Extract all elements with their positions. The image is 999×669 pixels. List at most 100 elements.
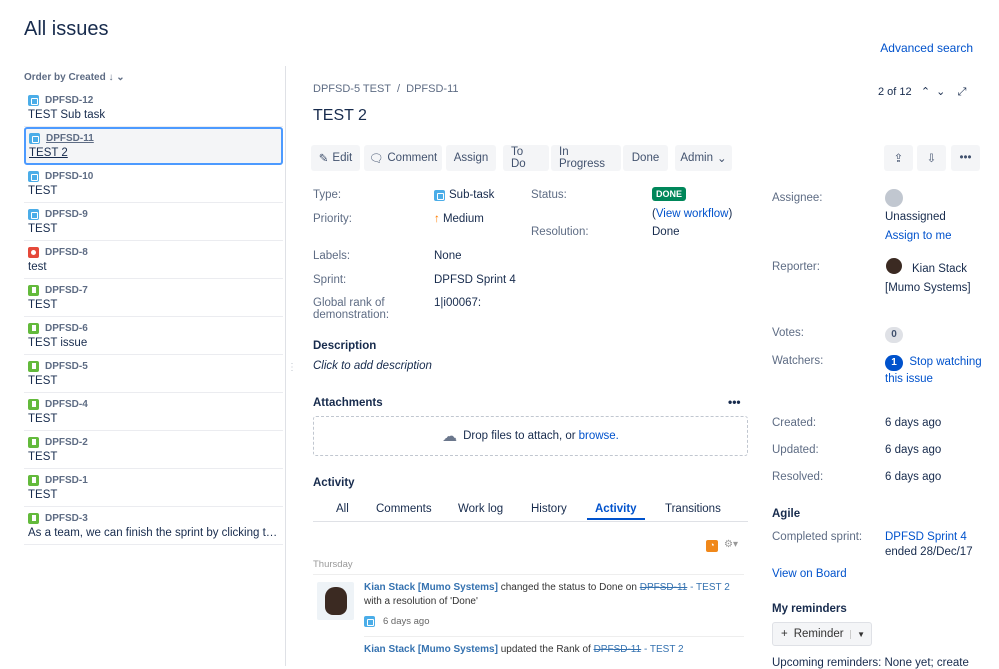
issue-list-item[interactable]: DPFSD-11 TEST 2 (24, 127, 283, 165)
pager: 2 of 12 ⌃ ⌄ ⤢ (878, 85, 966, 99)
edit-label: Edit (332, 152, 353, 164)
issue-title[interactable]: TEST 2 (313, 107, 367, 125)
next-issue-icon[interactable]: ⌄ (936, 86, 945, 98)
subtask-icon (434, 189, 445, 201)
share-button[interactable]: ⇪ (884, 145, 913, 171)
upcoming-reminders: Upcoming reminders: None yet; create (772, 657, 969, 669)
chevron-down-icon[interactable]: ▼ (850, 629, 871, 639)
issue-list-item[interactable]: DPFSD-5 TEST (24, 355, 283, 393)
issue-list-item[interactable]: DPFSD-12 TEST Sub task (24, 89, 283, 127)
issue-key-link[interactable]: DPFSD-11 (406, 83, 458, 95)
issue-list-item[interactable]: DPFSD-7 TEST (24, 279, 283, 317)
resize-handle[interactable]: ⋮ (287, 362, 297, 373)
prev-issue-icon[interactable]: ⌃ (921, 86, 930, 98)
expand-icon[interactable]: ⤢ (958, 86, 967, 98)
votes-count[interactable]: 0 (885, 326, 903, 343)
attachment-dropzone[interactable]: ☁ Drop files to attach, or browse. (313, 416, 748, 456)
agile-heading: Agile (772, 508, 801, 520)
activity-issue-key[interactable]: DPFSD-11 (640, 582, 688, 593)
view-workflow-link[interactable]: View workflow (656, 208, 729, 220)
export-button[interactable]: ⇩ (917, 145, 946, 171)
labels-label: Labels: (313, 250, 351, 262)
activity-issue-title[interactable]: - TEST 2 (644, 644, 684, 655)
subtask-icon (28, 170, 39, 182)
subtask-icon (364, 616, 375, 627)
activity-user-link[interactable]: Kian Stack [Mumo Systems] (364, 644, 498, 655)
in-progress-button[interactable]: In Progress (551, 145, 621, 171)
browse-link[interactable]: browse. (579, 430, 619, 442)
reminder-button[interactable]: + Reminder ▼ (772, 622, 872, 646)
issue-list-item[interactable]: DPFSD-4 TEST (24, 393, 283, 431)
activity-heading: Activity (313, 477, 355, 489)
assign-button[interactable]: Assign (446, 145, 496, 171)
arrow-down-icon: ↓ (108, 72, 114, 83)
activity-issue-key[interactable]: DPFSD-11 (594, 644, 642, 655)
tab-comments[interactable]: Comments (376, 503, 432, 515)
tab-all[interactable]: All (336, 503, 349, 515)
issue-key: DPFSD-1 (28, 472, 279, 488)
admin-dropdown[interactable]: Admin ⌄ (675, 145, 732, 171)
votes-badge: 0 (885, 327, 903, 343)
watchers-badge[interactable]: 1 (885, 355, 903, 371)
issue-list-item[interactable]: DPFSD-10 TEST (24, 165, 283, 203)
subtask-icon (29, 132, 40, 144)
labels-value[interactable]: None (434, 250, 462, 262)
issue-key: DPFSD-8 (28, 244, 279, 260)
view-on-board-link[interactable]: View on Board (772, 568, 847, 580)
issue-list-item[interactable]: DPFSD-8 test (24, 241, 283, 279)
comment-label: Comment (387, 152, 438, 164)
attachments-more-icon[interactable]: ••• (728, 395, 741, 409)
more-actions-button[interactable]: ••• (951, 145, 980, 171)
activity-text: updated the Rank of (500, 644, 591, 655)
assign-to-me-link[interactable]: Assign to me (885, 230, 951, 242)
edit-button[interactable]: ✎ Edit (311, 145, 360, 171)
issue-key: DPFSD-3 (28, 510, 279, 526)
comment-button[interactable]: 🗨 Comment (364, 145, 442, 171)
issue-summary: TEST (28, 413, 58, 425)
issue-key-text: DPFSD-4 (45, 398, 88, 410)
activity-issue-title[interactable]: - TEST 2 (690, 582, 730, 593)
tab-work-log[interactable]: Work log (458, 503, 503, 515)
sprint-value[interactable]: DPFSD Sprint 4 (434, 274, 516, 286)
issue-key: DPFSD-5 (28, 358, 279, 374)
issue-list-item[interactable]: DPFSD-2 TEST (24, 431, 283, 469)
tab-history[interactable]: History (531, 503, 567, 515)
tab-activity[interactable]: Activity (587, 503, 645, 520)
issue-list-item[interactable]: DPFSD-3 As a team, we can finish the spri… (24, 507, 283, 545)
resolved-label: Resolved: (772, 471, 824, 483)
type-text: Sub-task (449, 189, 495, 201)
type-label: Type: (313, 189, 342, 201)
created-label: Created: (772, 417, 817, 429)
settings-gear-icon[interactable]: ⚙▾ (724, 539, 738, 550)
issue-list-item[interactable]: DPFSD-1 TEST (24, 469, 283, 507)
issue-list-item[interactable]: DPFSD-6 TEST issue (24, 317, 283, 355)
reporter-value[interactable]: Kian Stack [Mumo Systems] (885, 260, 975, 298)
drop-text: Drop files to attach, or (463, 430, 576, 442)
priority-value: ↑ Medium (434, 213, 484, 225)
chevron-down-icon: ⌄ (116, 72, 125, 83)
share-icon: ⇪ (893, 153, 904, 165)
issue-key-text: DPFSD-11 (46, 132, 94, 144)
issue-list-item[interactable]: DPFSD-9 TEST (24, 203, 283, 241)
issue-key: DPFSD-11 (29, 130, 278, 146)
done-button[interactable]: Done (623, 145, 668, 171)
activity-entry: Kian Stack [Mumo Systems] updated the Ra… (364, 643, 744, 657)
issue-key: DPFSD-2 (28, 434, 279, 450)
watchers-value: 1 Stop watching this issue (885, 354, 990, 387)
parent-issue-link[interactable]: DPFSD-5 TEST (313, 83, 391, 95)
issue-key: DPFSD-4 (28, 396, 279, 412)
reporter-label: Reporter: (772, 261, 820, 273)
description-field[interactable]: Click to add description (313, 360, 432, 372)
more-icon: ••• (959, 152, 972, 164)
advanced-search-link[interactable]: Advanced search (880, 41, 973, 55)
tab-transitions[interactable]: Transitions (665, 503, 721, 515)
order-by-dropdown[interactable]: Order by Created ↓ ⌄ (24, 72, 285, 83)
bug-icon (28, 246, 39, 258)
unassigned-avatar (885, 189, 903, 207)
activity-user-link[interactable]: Kian Stack [Mumo Systems] (364, 582, 498, 593)
issue-summary: TEST (28, 223, 58, 235)
rss-icon[interactable]: ◔ (706, 540, 718, 552)
todo-button[interactable]: To Do (503, 145, 549, 171)
completed-sprint-link[interactable]: DPFSD Sprint 4 (885, 531, 967, 543)
issue-summary: TEST 2 (29, 147, 68, 159)
